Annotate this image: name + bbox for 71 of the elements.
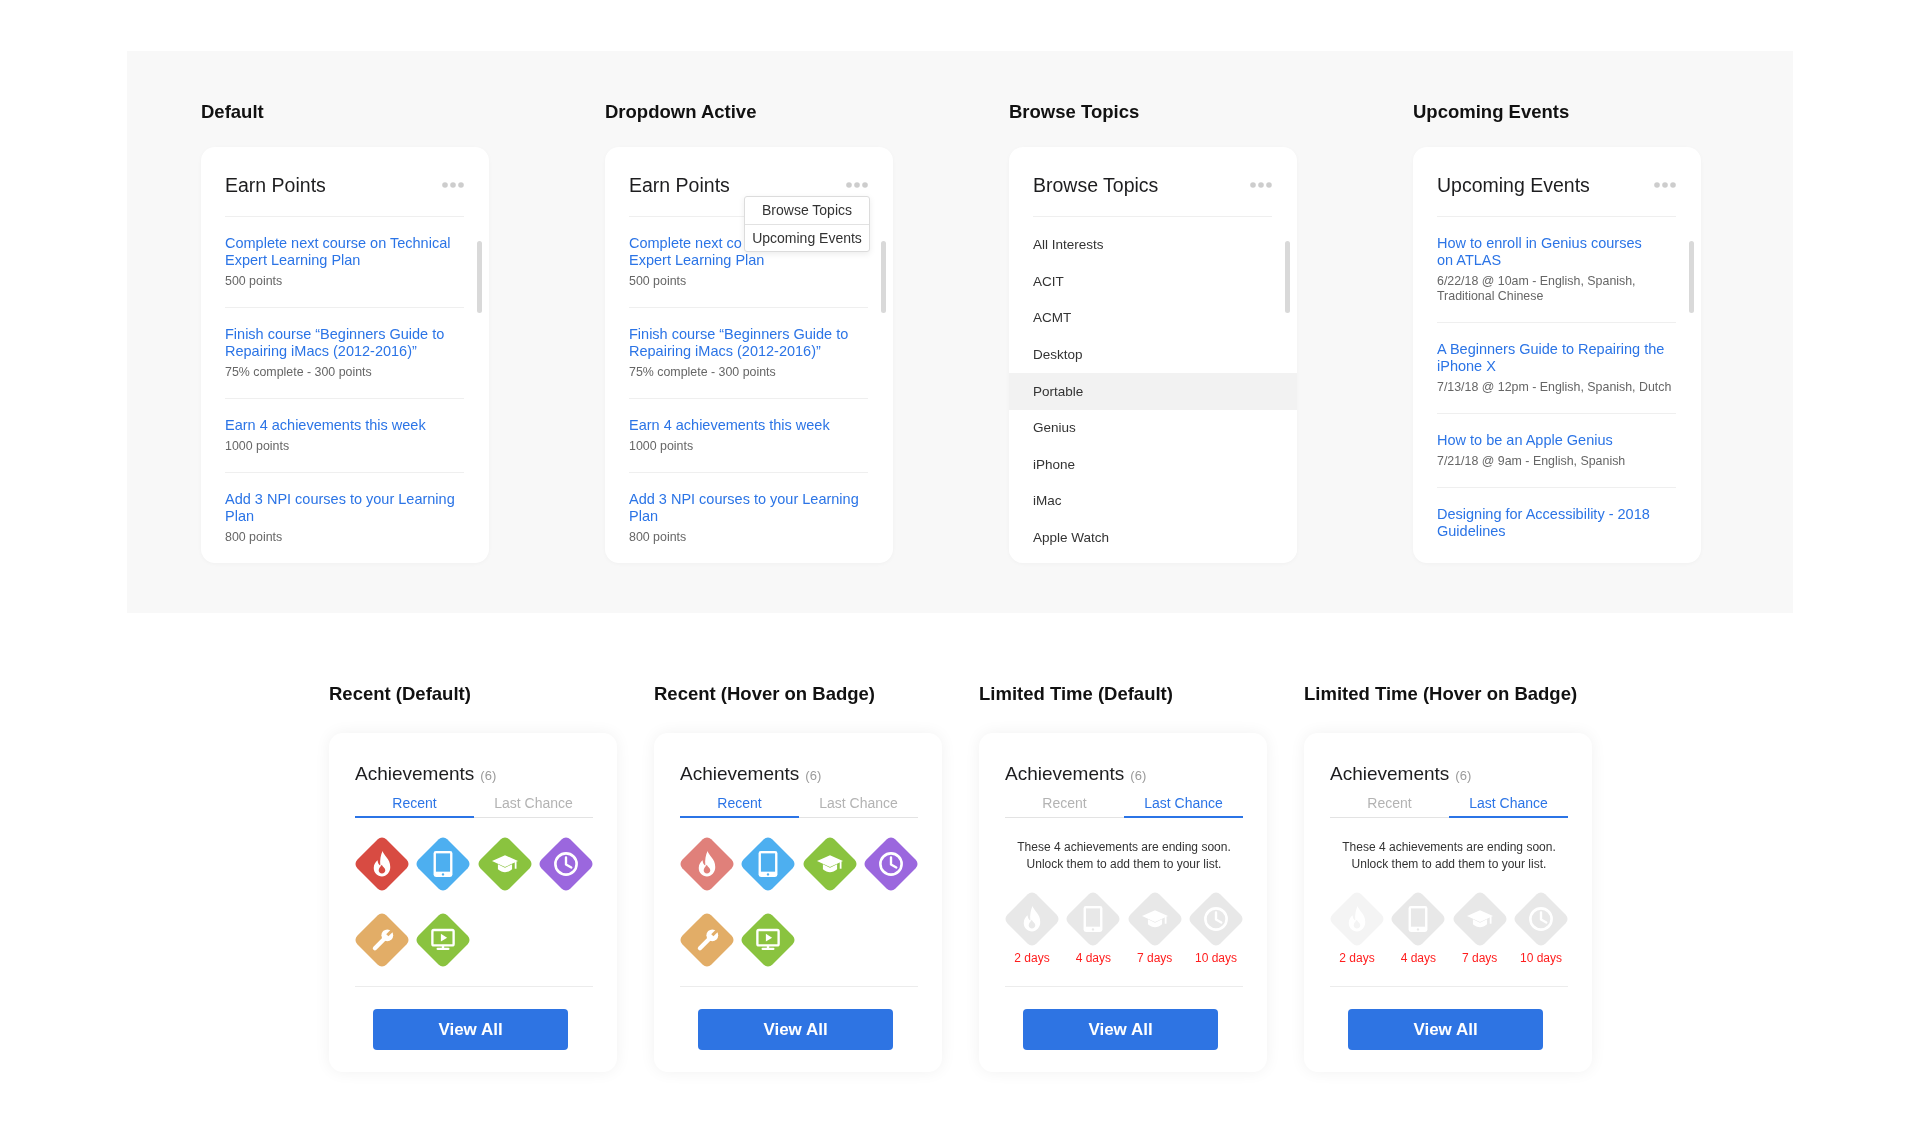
days-left-text: 7 days bbox=[1461, 950, 1498, 965]
view-all-button[interactable]: View All bbox=[698, 1009, 893, 1050]
task-link[interactable]: Finish course “Beginners Guide to Repairing iMacs (2012-2016)” bbox=[225, 326, 445, 360]
points-text: 800 points bbox=[629, 530, 687, 545]
menu-item[interactable]: Upcoming Events bbox=[745, 224, 869, 251]
scrollbar-thumb[interactable] bbox=[1285, 241, 1290, 313]
event-link[interactable]: A Beginners Guide to Repairing the iPhone X bbox=[1437, 341, 1665, 375]
days-left-text: 2 days bbox=[1014, 950, 1050, 965]
scrollbar-thumb[interactable] bbox=[881, 241, 886, 313]
info-text: These 4 achievements are ending soon. Unlock them to add them to your list. bbox=[1016, 839, 1232, 873]
section-heading: Upcoming Events bbox=[1413, 101, 1570, 123]
scrollbar-thumb[interactable] bbox=[477, 241, 482, 313]
task-link[interactable]: Complete next course on Technical Expert Learning Plan bbox=[225, 235, 451, 269]
days-left-text: 4 days bbox=[1400, 950, 1436, 965]
section-heading: Browse Topics bbox=[1009, 101, 1140, 123]
points-text: 1000 points bbox=[225, 439, 290, 454]
task-link[interactable]: Earn 4 achievements this week bbox=[225, 417, 426, 434]
days-left-text: 2 days bbox=[1339, 950, 1375, 965]
card-title: Achievements bbox=[355, 763, 475, 785]
tab[interactable]: Last Chance bbox=[1449, 795, 1568, 818]
section-heading: Limited Time (Hover on Badge) bbox=[1304, 683, 1578, 705]
view-all-button[interactable]: View All bbox=[1348, 1009, 1543, 1050]
count-text: (6) bbox=[805, 768, 822, 784]
task-link[interactable]: Add 3 NPI courses to your Learning Plan bbox=[225, 491, 455, 525]
tab[interactable]: Recent bbox=[680, 795, 799, 818]
task-link[interactable]: Finish course “Beginners Guide to Repairing iMacs (2012-2016)” bbox=[629, 326, 849, 360]
tab[interactable]: Last Chance bbox=[1124, 795, 1243, 818]
points-text: 75% complete - 300 points bbox=[629, 365, 776, 380]
tab[interactable]: Recent bbox=[355, 795, 474, 818]
more-icon[interactable] bbox=[1250, 182, 1272, 188]
view-all-button[interactable]: View All bbox=[1023, 1009, 1218, 1050]
event-link[interactable]: Designing for Accessibility - 2018 Guidelines bbox=[1437, 506, 1650, 540]
view-all-button[interactable]: View All bbox=[373, 1009, 568, 1050]
count-text: (6) bbox=[480, 768, 497, 784]
card-title: Achievements bbox=[1005, 763, 1125, 785]
days-left-text: 4 days bbox=[1075, 950, 1111, 965]
points-text: 500 points bbox=[629, 274, 687, 289]
card-title: Achievements bbox=[1330, 763, 1450, 785]
points-text: 1000 points bbox=[629, 439, 694, 454]
count-text: (6) bbox=[1455, 768, 1472, 784]
event-link[interactable]: How to be an Apple Genius bbox=[1437, 432, 1613, 449]
days-left-text: 7 days bbox=[1136, 950, 1173, 965]
points-text: 500 points bbox=[225, 274, 283, 289]
card-title: Earn Points bbox=[225, 173, 326, 197]
more-icon[interactable] bbox=[846, 182, 868, 188]
task-link[interactable]: Earn 4 achievements this week bbox=[629, 417, 830, 434]
scrollbar-thumb[interactable] bbox=[1689, 241, 1694, 313]
event-link[interactable]: How to enroll in Genius courses on ATLAS bbox=[1437, 235, 1642, 269]
task-link[interactable]: Add 3 NPI courses to your Learning Plan bbox=[629, 491, 859, 525]
card-title: Earn Points bbox=[629, 173, 730, 197]
points-text: 75% complete - 300 points bbox=[225, 365, 372, 380]
section-heading: Recent (Default) bbox=[329, 683, 471, 705]
days-left-text: 10 days bbox=[1194, 950, 1237, 965]
section-heading: Default bbox=[201, 101, 264, 123]
days-left-text: 10 days bbox=[1519, 950, 1562, 965]
card-title: Achievements bbox=[680, 763, 800, 785]
more-icon[interactable] bbox=[1654, 182, 1676, 188]
section-heading: Dropdown Active bbox=[605, 101, 757, 123]
count-text: (6) bbox=[1130, 768, 1147, 784]
menu-item[interactable]: Browse Topics bbox=[745, 197, 869, 224]
event-details-text: 7/21/18 @ 9am - English, Spanish bbox=[1437, 454, 1626, 469]
event-details-text: 6/22/18 @ 10am - English, Spanish, Traditional Chinese bbox=[1437, 274, 1637, 304]
info-text: These 4 achievements are ending soon. Unlock them to add them to your list. bbox=[1341, 839, 1557, 873]
more-icon[interactable] bbox=[442, 182, 464, 188]
points-text: 800 points bbox=[225, 530, 283, 545]
section-heading: Recent (Hover on Badge) bbox=[654, 683, 875, 705]
section-heading: Limited Time (Default) bbox=[979, 683, 1173, 705]
card-title: Browse Topics bbox=[1033, 173, 1159, 197]
event-details-text: 7/13/18 @ 12pm - English, Spanish, Dutch bbox=[1437, 380, 1672, 395]
topic-item[interactable]: Portable bbox=[1009, 373, 1297, 410]
card-title: Upcoming Events bbox=[1437, 173, 1590, 197]
